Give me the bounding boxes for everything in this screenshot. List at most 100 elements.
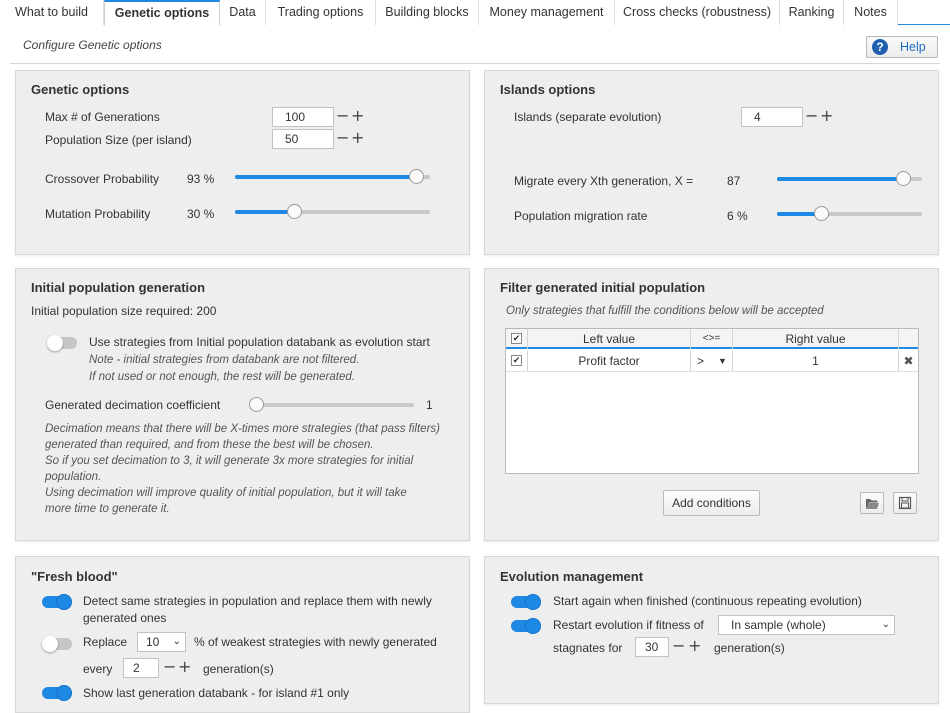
- slider-thumb[interactable]: [249, 397, 264, 412]
- start-again-label: Start again when finished (continuous re…: [553, 594, 862, 608]
- evolution-management-title: Evolution management: [500, 569, 644, 584]
- slider-fill: [777, 177, 904, 181]
- row-checkbox-cell: ✔: [506, 351, 528, 371]
- islands-options-title: Islands options: [500, 82, 596, 97]
- tab-notes[interactable]: Notes: [844, 0, 898, 25]
- help-label: Help: [900, 40, 926, 54]
- decimation-value: 1: [426, 398, 433, 412]
- population-size-input[interactable]: 50: [272, 129, 334, 149]
- population-size-minus-button[interactable]: −: [336, 128, 349, 148]
- row-operator-select[interactable]: > ▼: [691, 351, 733, 371]
- use-databank-toggle[interactable]: [47, 335, 77, 351]
- start-again-toggle[interactable]: [511, 594, 541, 610]
- add-conditions-button[interactable]: Add conditions: [663, 490, 760, 516]
- max-generations-plus-button[interactable]: +: [351, 106, 364, 126]
- replace-weakest-toggle[interactable]: [42, 636, 72, 652]
- open-conditions-button[interactable]: [860, 492, 884, 514]
- toggle-knob: [56, 594, 72, 610]
- column-header-operator[interactable]: <>=: [691, 329, 733, 349]
- decimation-desc-4: population.: [45, 471, 102, 483]
- help-icon: ?: [872, 39, 888, 55]
- stagnates-plus-button[interactable]: +: [688, 636, 701, 656]
- stagnates-minus-button[interactable]: −: [672, 636, 685, 656]
- migrate-slider[interactable]: [777, 171, 922, 186]
- tab-cross-checks[interactable]: Cross checks (robustness): [615, 0, 780, 25]
- replace-percent-select[interactable]: 10 ⌄: [137, 632, 186, 652]
- migration-rate-slider[interactable]: [777, 206, 922, 221]
- every-suffix: generation(s): [203, 662, 274, 676]
- use-databank-note-1: Note - initial strategies from databank …: [89, 354, 360, 366]
- tab-what-to-build[interactable]: What to build: [0, 0, 104, 25]
- fitness-source-select[interactable]: In sample (whole) ⌄: [718, 615, 895, 635]
- restart-evolution-toggle[interactable]: [511, 618, 541, 634]
- mutation-probability-slider[interactable]: [235, 204, 430, 219]
- row-right-value[interactable]: 1: [733, 351, 899, 371]
- tab-trading-options[interactable]: Trading options: [266, 0, 376, 25]
- mutation-probability-label: Mutation Probability: [45, 207, 151, 221]
- header-checkbox-cell: ✔: [506, 329, 528, 349]
- migrate-value: 87: [727, 174, 741, 188]
- toggle-knob: [525, 594, 541, 610]
- stagnates-label: stagnates for: [553, 641, 623, 655]
- islands-input[interactable]: 4: [741, 107, 803, 127]
- population-size-plus-button[interactable]: +: [351, 128, 364, 148]
- stagnates-input[interactable]: 30: [635, 637, 669, 657]
- initial-size-required: Initial population size required: 200: [31, 304, 217, 318]
- stagnates-suffix: generation(s): [714, 641, 785, 655]
- crossover-probability-slider[interactable]: [235, 169, 430, 184]
- max-generations-input[interactable]: 100: [272, 107, 334, 127]
- migrate-label: Migrate every Xth generation, X =: [514, 174, 694, 188]
- migration-rate-label: Population migration rate: [514, 209, 648, 223]
- replace-label: Replace: [83, 635, 128, 649]
- every-label: every: [83, 662, 113, 676]
- header-divider: [10, 63, 940, 64]
- tab-money-management[interactable]: Money management: [479, 0, 615, 25]
- row-checkbox[interactable]: ✔: [511, 355, 522, 366]
- detect-same-label-2: generated ones: [83, 611, 167, 625]
- islands-minus-button[interactable]: −: [805, 106, 818, 126]
- every-generations-input[interactable]: 2: [123, 658, 159, 678]
- tab-ranking[interactable]: Ranking: [780, 0, 844, 25]
- page-subtitle: Configure Genetic options: [23, 38, 162, 52]
- fitness-source-value: In sample (whole): [731, 618, 826, 632]
- initial-population-title: Initial population generation: [31, 280, 206, 295]
- select-all-checkbox[interactable]: ✔: [511, 333, 522, 344]
- folder-icon: [866, 499, 879, 509]
- toggle-knob: [56, 685, 72, 701]
- column-header-right-value[interactable]: Right value: [733, 329, 899, 349]
- slider-fill: [235, 210, 294, 214]
- slider-fill: [235, 175, 417, 179]
- table-header: ✔ Left value <>= Right value: [506, 329, 918, 349]
- toggle-knob: [42, 636, 58, 652]
- replace-suffix: % of weakest strategies with newly gener…: [194, 635, 437, 649]
- slider-thumb[interactable]: [813, 206, 829, 221]
- delete-row-icon[interactable]: ✖: [899, 351, 918, 371]
- row-left-value[interactable]: Profit factor: [528, 351, 691, 371]
- help-button[interactable]: ? Help: [866, 36, 938, 58]
- filter-note: Only strategies that fulfill the conditi…: [506, 305, 824, 317]
- decimation-desc-2: generated than required, and from these …: [45, 439, 374, 451]
- detect-same-toggle[interactable]: [42, 594, 72, 610]
- every-plus-button[interactable]: +: [178, 657, 191, 677]
- column-header-left-value[interactable]: Left value: [528, 329, 691, 349]
- decimation-desc-5: Using decimation will improve quality of…: [45, 487, 407, 499]
- tab-genetic-options[interactable]: Genetic options: [104, 0, 220, 26]
- tab-data[interactable]: Data: [220, 0, 266, 25]
- islands-plus-button[interactable]: +: [820, 106, 833, 126]
- decimation-slider[interactable]: [249, 397, 414, 412]
- islands-options-panel: [484, 70, 939, 255]
- max-generations-minus-button[interactable]: −: [336, 106, 349, 126]
- conditions-table: ✔ Left value <>= Right value ✔ Profit fa…: [505, 328, 919, 474]
- crossover-probability-value: 93 %: [187, 172, 215, 186]
- every-minus-button[interactable]: −: [163, 657, 176, 677]
- save-conditions-button[interactable]: [893, 492, 917, 514]
- table-row[interactable]: ✔ Profit factor > ▼ 1 ✖: [506, 351, 918, 372]
- fresh-blood-title: "Fresh blood": [31, 569, 118, 584]
- migration-rate-value: 6 %: [727, 209, 748, 223]
- decimation-label: Generated decimation coefficient: [45, 398, 221, 412]
- restart-evolution-label: Restart evolution if fitness of: [553, 618, 704, 632]
- slider-thumb[interactable]: [286, 204, 302, 219]
- show-last-generation-toggle[interactable]: [42, 685, 72, 701]
- max-generations-label: Max # of Generations: [45, 110, 160, 124]
- tab-building-blocks[interactable]: Building blocks: [376, 0, 479, 25]
